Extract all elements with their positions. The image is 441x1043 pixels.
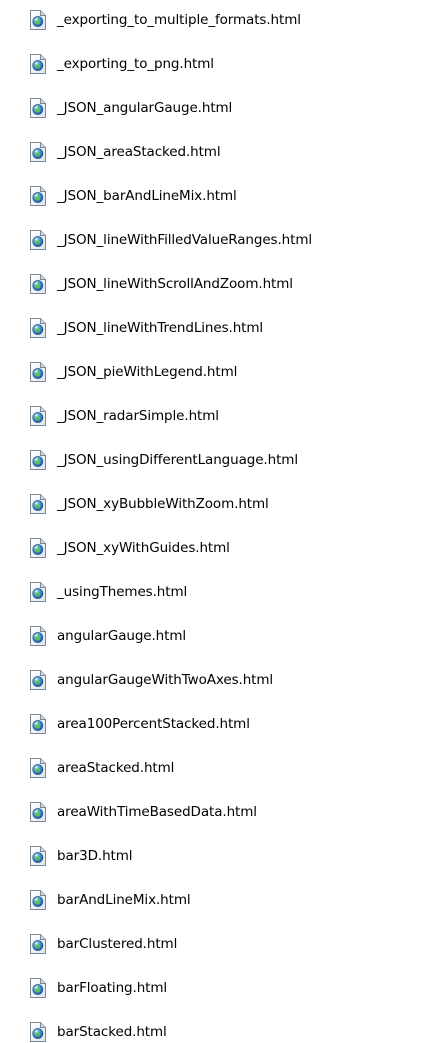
file-item[interactable]: _JSON_xyWithGuides.html: [28, 535, 230, 561]
html-file-icon: [28, 406, 47, 426]
file-item[interactable]: _JSON_xyBubbleWithZoom.html: [28, 491, 269, 517]
html-file-icon: [28, 1022, 47, 1042]
file-name: barAndLineMix.html: [57, 892, 191, 908]
file-name: _JSON_radarSimple.html: [57, 408, 219, 424]
html-file-icon: [28, 10, 47, 30]
html-file-icon: [28, 890, 47, 910]
file-item[interactable]: areaWithTimeBasedData.html: [28, 799, 257, 825]
file-item[interactable]: bar3D.html: [28, 843, 133, 869]
file-item[interactable]: barFloating.html: [28, 975, 167, 1001]
file-item[interactable]: areaStacked.html: [28, 755, 174, 781]
file-name: _JSON_areaStacked.html: [57, 144, 221, 160]
html-file-icon: [28, 362, 47, 382]
file-item[interactable]: barClustered.html: [28, 931, 177, 957]
file-name: _JSON_pieWithLegend.html: [57, 364, 238, 380]
file-name: _JSON_angularGauge.html: [57, 100, 233, 116]
file-item[interactable]: angularGaugeWithTwoAxes.html: [28, 667, 273, 693]
html-file-icon: [28, 230, 47, 250]
file-name: _JSON_lineWithScrollAndZoom.html: [57, 276, 293, 292]
file-item[interactable]: _JSON_lineWithTrendLines.html: [28, 315, 263, 341]
html-file-icon: [28, 582, 47, 602]
html-file-icon: [28, 802, 47, 822]
file-item[interactable]: barStacked.html: [28, 1019, 167, 1043]
file-item[interactable]: _exporting_to_png.html: [28, 51, 214, 77]
file-name: _usingThemes.html: [57, 584, 188, 600]
file-name: _JSON_xyWithGuides.html: [57, 540, 230, 556]
file-name: angularGauge.html: [57, 628, 187, 644]
file-item[interactable]: _exporting_to_multiple_formats.html: [28, 7, 301, 33]
file-item[interactable]: area100PercentStacked.html: [28, 711, 250, 737]
file-name: _exporting_to_multiple_formats.html: [57, 12, 301, 28]
file-name: _JSON_usingDifferentLanguage.html: [57, 452, 298, 468]
file-name: barFloating.html: [57, 980, 168, 996]
html-file-icon: [28, 494, 47, 514]
file-item[interactable]: _JSON_angularGauge.html: [28, 95, 232, 121]
html-file-icon: [28, 318, 47, 338]
file-item[interactable]: _JSON_usingDifferentLanguage.html: [28, 447, 298, 473]
file-name: area100PercentStacked.html: [57, 716, 250, 732]
file-name: _JSON_lineWithTrendLines.html: [57, 320, 264, 336]
html-file-icon: [28, 450, 47, 470]
file-item[interactable]: _JSON_lineWithScrollAndZoom.html: [28, 271, 293, 297]
html-file-icon: [28, 846, 47, 866]
file-name: areaStacked.html: [57, 760, 175, 776]
file-item[interactable]: barAndLineMix.html: [28, 887, 191, 913]
file-item[interactable]: _JSON_barAndLineMix.html: [28, 183, 237, 209]
file-item[interactable]: _JSON_areaStacked.html: [28, 139, 221, 165]
file-item[interactable]: _JSON_lineWithFilledValueRanges.html: [28, 227, 312, 253]
html-file-icon: [28, 538, 47, 558]
html-file-icon: [28, 98, 47, 118]
html-file-icon: [28, 54, 47, 74]
file-name: areaWithTimeBasedData.html: [57, 804, 257, 820]
html-file-icon: [28, 626, 47, 646]
file-item[interactable]: _JSON_pieWithLegend.html: [28, 359, 237, 385]
file-name: _JSON_lineWithFilledValueRanges.html: [57, 232, 313, 248]
file-name: bar3D.html: [57, 848, 133, 864]
file-name: angularGaugeWithTwoAxes.html: [57, 672, 274, 688]
file-name: _JSON_barAndLineMix.html: [57, 188, 237, 204]
file-item[interactable]: _JSON_radarSimple.html: [28, 403, 219, 429]
file-name: barClustered.html: [57, 936, 178, 952]
html-file-icon: [28, 714, 47, 734]
file-item[interactable]: _usingThemes.html: [28, 579, 187, 605]
html-file-icon: [28, 670, 47, 690]
file-item[interactable]: angularGauge.html: [28, 623, 186, 649]
html-file-icon: [28, 274, 47, 294]
html-file-icon: [28, 978, 47, 998]
html-file-icon: [28, 758, 47, 778]
html-file-icon: [28, 186, 47, 206]
file-list: _exporting_to_multiple_formats.html _exp…: [0, 0, 441, 1043]
html-file-icon: [28, 142, 47, 162]
file-name: _exporting_to_png.html: [57, 56, 214, 72]
html-file-icon: [28, 934, 47, 954]
file-name: _JSON_xyBubbleWithZoom.html: [57, 496, 269, 512]
file-name: barStacked.html: [57, 1024, 167, 1040]
